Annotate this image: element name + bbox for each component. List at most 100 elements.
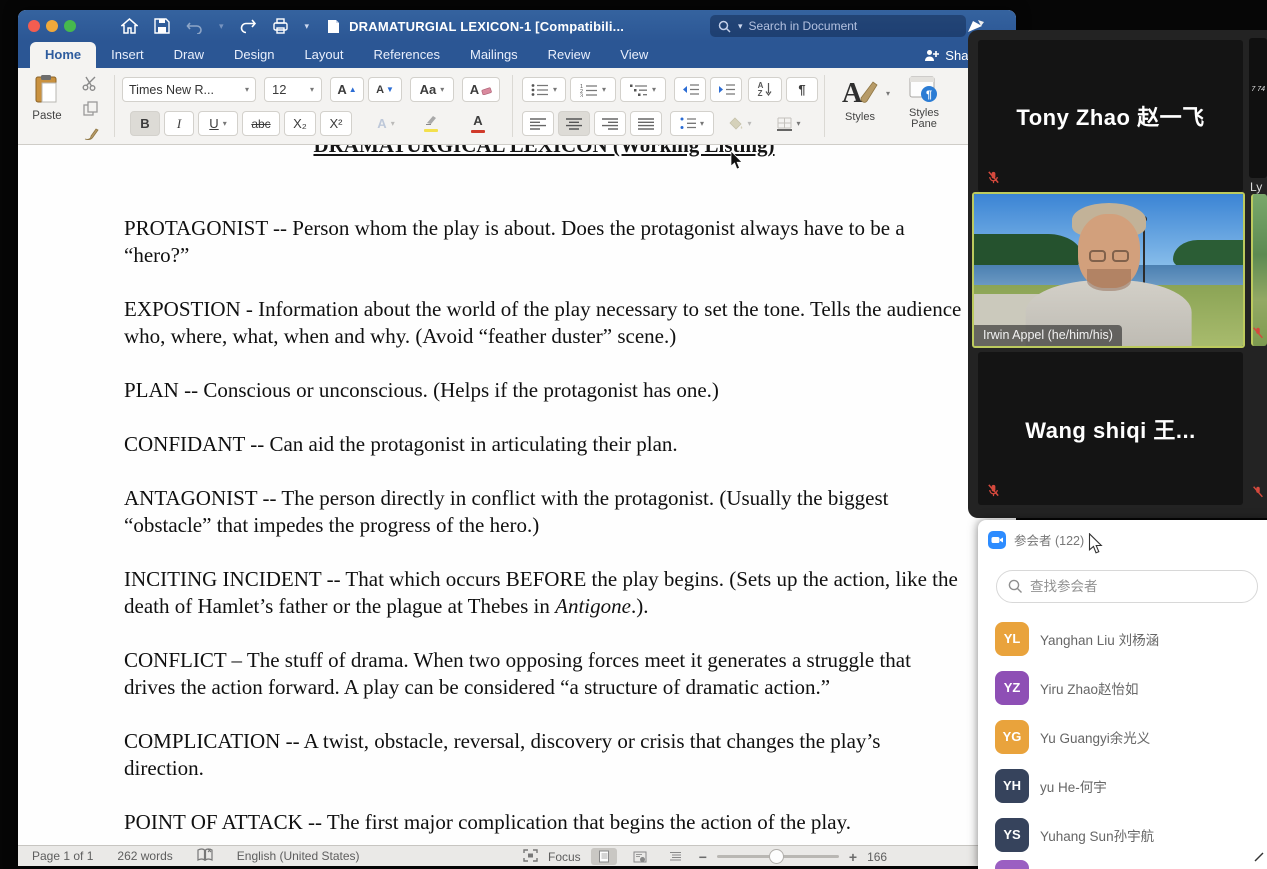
bold-button[interactable]: B — [130, 111, 160, 136]
outline-view-button[interactable] — [663, 848, 689, 865]
print-layout-view-button[interactable] — [590, 848, 617, 865]
panel-resize-handle[interactable] — [1254, 849, 1264, 867]
tab-review[interactable]: Review — [533, 42, 606, 68]
document-paragraph: INCITING INCIDENT -- That which occurs B… — [124, 567, 958, 618]
align-right-button[interactable] — [594, 111, 626, 136]
tab-design[interactable]: Design — [219, 42, 289, 68]
toolbar-more-icon[interactable]: ▾ — [305, 21, 310, 32]
close-window-button[interactable] — [28, 20, 40, 32]
zoom-slider[interactable] — [716, 849, 839, 864]
clear-formatting-button[interactable]: A — [462, 77, 500, 102]
borders-button[interactable]: ▾ — [766, 111, 812, 136]
tab-references[interactable]: References — [359, 42, 455, 68]
focus-toggle[interactable]: Focus — [548, 850, 581, 864]
strikethrough-button[interactable]: abc — [242, 111, 280, 136]
video-tile-irwin-appel[interactable]: Irwin Appel (he/him/his) — [972, 192, 1245, 348]
zoom-percentage[interactable]: 166 — [867, 850, 887, 864]
zoom-out-button[interactable]: − — [699, 849, 707, 865]
participant-avatar: YS — [995, 817, 1029, 852]
language-indicator[interactable]: English (United States) — [237, 849, 360, 863]
participant-row[interactable]: YH yu He-何宇 — [978, 761, 1267, 810]
highlight-button[interactable] — [410, 111, 452, 136]
multilevel-list-button[interactable]: ▾ — [620, 77, 666, 102]
font-color-button[interactable]: A — [456, 111, 500, 136]
change-case-button[interactable]: Aa ▾ — [410, 77, 454, 102]
decrease-indent-icon — [682, 84, 699, 95]
save-icon[interactable] — [153, 17, 171, 35]
window-title-group: DRAMATURGIAL LEXICON-1 [Compatibili... — [324, 17, 624, 35]
mic-muted-icon — [1251, 485, 1266, 500]
underline-button[interactable]: U ▾ — [198, 111, 238, 136]
word-count[interactable]: 262 words — [117, 849, 172, 863]
zoom-window-button[interactable] — [64, 20, 76, 32]
redo-icon[interactable] — [239, 17, 257, 35]
home-icon[interactable] — [120, 17, 138, 35]
video-tile-tony-zhao[interactable]: Tony Zhao 赵一飞 — [978, 40, 1243, 192]
paint-bucket-icon — [729, 117, 743, 130]
video-tile-cutoff[interactable] — [1249, 38, 1267, 178]
subscript-button[interactable]: X₂ — [284, 111, 316, 136]
minimize-window-button[interactable] — [46, 20, 58, 32]
participant-search-input[interactable] — [1030, 579, 1220, 594]
line-spacing-button[interactable]: ▾ — [670, 111, 714, 136]
decrease-indent-button[interactable] — [674, 77, 706, 102]
web-layout-view-button[interactable] — [627, 848, 653, 865]
desktop-screen: ▾ ▾ DRAMATURGIAL LEXICON-1 [Compatibili.… — [0, 0, 1267, 869]
shrink-font-button[interactable]: A ▼ — [368, 77, 402, 102]
participant-row[interactable]: YL Yanghan Liu 刘杨涵 — [978, 614, 1267, 663]
italic-button[interactable]: I — [164, 111, 194, 136]
font-name-select[interactable]: Times New R... ▾ — [122, 77, 256, 102]
styles-button[interactable]: A ▾ Styles — [834, 76, 890, 123]
justify-button[interactable] — [630, 111, 662, 136]
cut-icon[interactable] — [82, 76, 99, 94]
participant-name: Yuhang Sun孙宇航 — [1040, 828, 1155, 844]
bullet-list-button[interactable]: ▾ — [522, 77, 566, 102]
sort-button[interactable]: AZ — [748, 77, 782, 102]
text-effects-button[interactable]: A ▾ — [366, 111, 406, 136]
tile-participant-name: Tony Zhao 赵一飞 — [1016, 105, 1205, 130]
show-paragraph-marks-button[interactable]: ¶ — [786, 77, 818, 102]
mic-muted-icon — [986, 483, 1001, 498]
video-feed — [974, 194, 1243, 346]
tab-insert[interactable]: Insert — [96, 42, 159, 68]
align-center-button[interactable] — [558, 111, 590, 136]
align-center-icon — [566, 117, 582, 130]
participant-row[interactable]: YS Yuhang Sun孙宇航 — [978, 810, 1267, 859]
search-icon — [1008, 579, 1022, 593]
spellcheck-icon[interactable] — [197, 848, 213, 864]
superscript-button[interactable]: X² — [320, 111, 352, 136]
shading-button[interactable]: ▾ — [720, 111, 760, 136]
styles-pane-button[interactable]: ¶ Styles Pane — [898, 76, 950, 130]
document-canvas[interactable]: DRAMATURGICAL LEXICON (Working Listing) … — [18, 145, 1016, 845]
font-size-select[interactable]: 12 ▾ — [264, 77, 322, 102]
window-title: DRAMATURGIAL LEXICON-1 [Compatibili... — [349, 18, 625, 34]
search-scope-dropdown-icon[interactable]: ▾ — [738, 21, 743, 32]
tab-draw[interactable]: Draw — [159, 42, 219, 68]
video-tile-wang-shiqi[interactable]: Wang shiqi 王... — [978, 352, 1243, 505]
participant-row[interactable]: YZ Yiru Zhao赵怡如 — [978, 663, 1267, 712]
zoom-slider-knob[interactable] — [768, 849, 784, 864]
participant-search[interactable] — [996, 570, 1258, 603]
search-input[interactable] — [748, 19, 919, 33]
tab-layout[interactable]: Layout — [289, 42, 358, 68]
format-painter-icon[interactable] — [83, 126, 99, 144]
search-in-document[interactable]: ▾ — [710, 15, 966, 37]
ribbon: Paste Times New R... ▾ 12 ▾ A ▲ A ▼ Aa ▾ A — [18, 68, 1016, 145]
participant-row[interactable]: YG Yu Guangyi余光义 — [978, 712, 1267, 761]
tab-mailings[interactable]: Mailings — [455, 42, 533, 68]
paste-button[interactable]: Paste — [24, 74, 70, 122]
zoom-in-button[interactable]: + — [849, 849, 857, 865]
undo-dropdown-icon[interactable]: ▾ — [219, 21, 224, 32]
increase-indent-button[interactable] — [710, 77, 742, 102]
document-paragraph: EXPOSTION - Information about the world … — [124, 297, 962, 348]
copy-icon[interactable] — [83, 101, 98, 119]
undo-icon[interactable] — [186, 17, 204, 35]
numbered-list-button[interactable]: 1 2 3 ▾ — [570, 77, 616, 102]
page-count[interactable]: Page 1 of 1 — [32, 849, 93, 863]
tab-view[interactable]: View — [605, 42, 663, 68]
video-tile-cutoff-video[interactable] — [1251, 194, 1267, 346]
tab-home[interactable]: Home — [30, 42, 97, 68]
align-left-button[interactable] — [522, 111, 554, 136]
grow-font-button[interactable]: A ▲ — [330, 77, 364, 102]
print-icon[interactable] — [272, 17, 290, 35]
